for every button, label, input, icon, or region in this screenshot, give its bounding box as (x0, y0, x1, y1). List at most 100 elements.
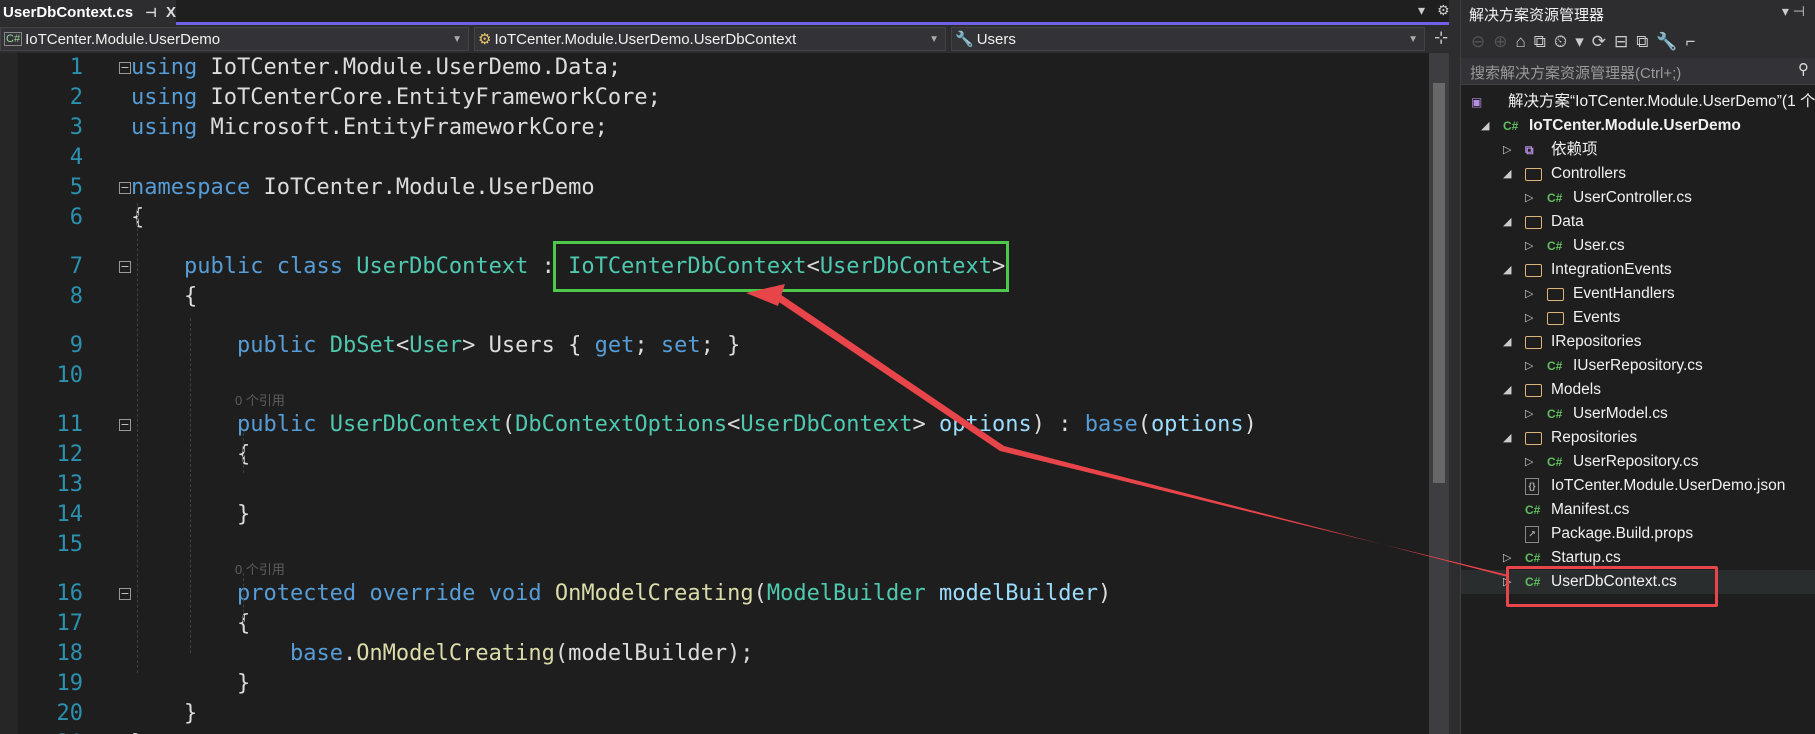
expand-icon[interactable]: ▷ (1503, 138, 1511, 162)
split-window-icon[interactable]: ⊹ (1434, 28, 1448, 48)
code-line[interactable]: 15 (0, 530, 1429, 560)
code-line[interactable]: 16 − protected override void OnModelCreat… (0, 579, 1429, 609)
collapse-icon[interactable]: ◢ (1503, 426, 1511, 450)
toolbar-icon-0[interactable]: ⊖ (1471, 32, 1485, 52)
code-text: protected override void OnModelCreating(… (131, 579, 1111, 609)
panel-options-icon[interactable]: ▾ ⊣ (1782, 3, 1805, 20)
expand-icon[interactable]: ▷ (1525, 450, 1533, 474)
tree-item-label: Models (1551, 381, 1601, 398)
folder-icon (1525, 216, 1542, 229)
code-line[interactable]: 17 { (0, 609, 1429, 639)
tree-item[interactable]: ▷ C# User.cs (1461, 234, 1815, 258)
code-token-tx (131, 412, 237, 437)
code-line[interactable]: 5 − namespace IoTCenter.Module.UserDemo (0, 173, 1429, 203)
collapse-icon[interactable]: ◢ (1503, 378, 1511, 402)
expand-icon[interactable]: ▷ (1525, 354, 1533, 378)
code-line[interactable]: 10 (0, 361, 1429, 391)
tree-item[interactable]: ↗ Package.Build.props (1461, 522, 1815, 546)
collapse-icon[interactable]: ◢ (1481, 114, 1489, 138)
toolbar-icon-3[interactable]: ⧉ (1534, 32, 1546, 52)
collapse-icon[interactable]: − (119, 261, 131, 273)
code-token-tx (131, 581, 237, 606)
toolbar-icon-10[interactable]: ⌐ (1686, 32, 1696, 52)
code-lens-references[interactable]: 0 个引用 (235, 391, 285, 410)
tree-item[interactable]: ◢ IRepositories (1461, 330, 1815, 354)
toolbar-icon-4[interactable]: ⏲ (1554, 32, 1567, 52)
code-token-kw: base (289, 641, 343, 666)
csharp-file-icon: C# (1547, 239, 1563, 253)
tree-item[interactable]: ▣ 解决方案“IoTCenter.Module.UserDemo”(1 个 (1461, 90, 1815, 114)
toolbar-icon-6[interactable]: ⟳ (1592, 32, 1606, 52)
code-line[interactable]: 12 { (0, 440, 1429, 470)
type-dropdown[interactable]: ⚙ IoTCenter.Module.UserDemo.UserDbContex… (474, 27, 946, 51)
tree-item[interactable]: ▷ C# IUserRepository.cs (1461, 354, 1815, 378)
code-line[interactable]: 21} (0, 729, 1429, 734)
code-line[interactable]: 13 (0, 470, 1429, 500)
tree-item[interactable]: ◢ Data (1461, 210, 1815, 234)
toolbar-icon-8[interactable]: ⧉ (1636, 32, 1648, 52)
code-line[interactable]: 18 base.OnModelCreating(modelBuilder); (0, 639, 1429, 669)
tab-list-dropdown-icon[interactable]: ▾ (1418, 2, 1425, 19)
collapse-icon[interactable]: ◢ (1503, 210, 1511, 234)
scrollbar-thumb[interactable] (1433, 83, 1445, 483)
member-dropdown[interactable]: 🔧 Users ▼ (951, 27, 1425, 51)
code-text: using IoTCenter.Module.UserDemo.Data; (131, 53, 621, 83)
code-line[interactable]: 11− public UserDbContext(DbContextOption… (0, 410, 1429, 440)
toolbar-icon-1[interactable]: ⊕ (1493, 32, 1507, 52)
tree-item[interactable]: ◢ Repositories (1461, 426, 1815, 450)
line-number: 14 (56, 502, 84, 527)
code-line[interactable]: 20 } (0, 699, 1429, 729)
collapse-icon[interactable]: ◢ (1503, 162, 1511, 186)
expand-icon[interactable]: ▷ (1525, 402, 1533, 426)
close-icon[interactable]: X (166, 4, 176, 21)
code-line[interactable]: 9 public DbSet<User> Users { get; set; } (0, 331, 1429, 361)
tree-item[interactable]: ▷ ⧉ 依赖项 (1461, 138, 1815, 162)
tree-item[interactable]: ◢ Controllers (1461, 162, 1815, 186)
editor-vertical-scrollbar[interactable] (1429, 53, 1449, 734)
expand-icon[interactable]: ▷ (1525, 186, 1533, 210)
collapse-icon[interactable]: − (119, 62, 131, 74)
code-line[interactable]: 19 } (0, 669, 1429, 699)
code-line[interactable]: 4 (0, 143, 1429, 173)
tree-item[interactable]: ▷ C# UserModel.cs (1461, 402, 1815, 426)
pin-icon[interactable]: ⊣ (145, 5, 157, 21)
tree-item[interactable]: ◢ IntegrationEvents (1461, 258, 1815, 282)
tree-item[interactable]: {} IoTCenter.Module.UserDemo.json (1461, 474, 1815, 498)
code-editor[interactable]: 1− using IoTCenter.Module.UserDemo.Data; 2… (0, 53, 1429, 734)
code-line[interactable]: 14 } (0, 500, 1429, 530)
code-line[interactable]: 2 using IoTCenterCore.EntityFrameworkCore… (0, 83, 1429, 113)
tree-item[interactable]: ◢ C# IoTCenter.Module.UserDemo (1461, 114, 1815, 138)
expand-icon[interactable]: ▷ (1525, 234, 1533, 258)
tree-item[interactable]: ▷ EventHandlers (1461, 282, 1815, 306)
tree-item[interactable]: C# Manifest.cs (1461, 498, 1815, 522)
expand-icon[interactable]: ▷ (1525, 306, 1533, 330)
collapse-icon[interactable]: ◢ (1503, 330, 1511, 354)
line-number: 13 (56, 472, 84, 497)
collapse-icon[interactable]: − (119, 419, 131, 431)
toolbar-icon-5[interactable]: ▾ (1575, 32, 1584, 52)
file-highlight-box (1506, 566, 1718, 607)
project-dropdown[interactable]: C# IoTCenter.Module.UserDemo ▼ (0, 27, 469, 51)
code-line[interactable]: 6{ (0, 203, 1429, 233)
collapse-icon[interactable]: ◢ (1503, 258, 1511, 282)
tree-item-label: IRepositories (1551, 333, 1642, 350)
collapse-icon[interactable]: − (119, 182, 131, 194)
solution-search-input[interactable]: 搜索解决方案资源管理器(Ctrl+;) ⚲ (1461, 58, 1815, 85)
tree-item[interactable]: ▷ C# UserController.cs (1461, 186, 1815, 210)
panel-splitter[interactable] (1449, 0, 1460, 734)
search-icon[interactable]: ⚲ (1798, 60, 1809, 78)
tree-item[interactable]: ◢ Models (1461, 378, 1815, 402)
collapse-icon[interactable]: − (119, 588, 131, 600)
tree-item[interactable]: ▷ C# UserRepository.cs (1461, 450, 1815, 474)
toolbar-icon-7[interactable]: ⊟ (1614, 32, 1628, 52)
code-token-kw: using (131, 115, 198, 140)
code-line[interactable]: 1 − using IoTCenter.Module.UserDemo.Data; (0, 53, 1429, 83)
toolbar-icon-2[interactable]: ⌂ (1516, 32, 1526, 52)
tab-userdbcontext[interactable]: UserDbContext.cs ⊣ X (0, 0, 176, 25)
expand-icon[interactable]: ▷ (1525, 282, 1533, 306)
tree-item[interactable]: ▷ Events (1461, 306, 1815, 330)
navigation-bar: C# IoTCenter.Module.UserDemo ▼ ⚙ IoTCent… (0, 25, 1460, 53)
code-line[interactable]: 3 using Microsoft.EntityFrameworkCore; (0, 113, 1429, 143)
gear-icon[interactable]: ⚙ (1437, 2, 1450, 19)
toolbar-icon-9[interactable]: 🔧 (1656, 32, 1677, 52)
